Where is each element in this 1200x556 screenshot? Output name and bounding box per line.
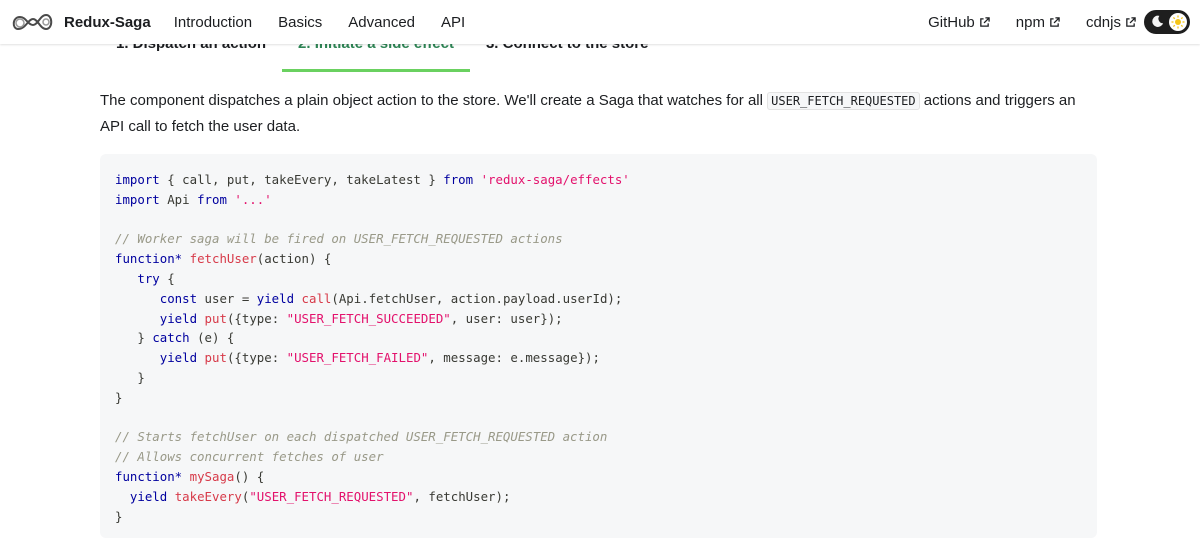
code-token: 'redux-saga/effects': [480, 172, 630, 187]
code-block[interactable]: import { call, put, takeEvery, takeLates…: [100, 154, 1097, 538]
sun-icon: [1171, 15, 1185, 29]
code-token: fetchUser: [189, 251, 257, 267]
code-token: const: [159, 290, 198, 306]
github-label: GitHub: [928, 13, 975, 31]
code-token: , user: user});: [450, 310, 563, 326]
nav-link-basics[interactable]: Basics: [265, 14, 335, 31]
redux-saga-logo-icon: [12, 13, 53, 31]
code-token: (Api.fetchUser, action.payload.userId);: [331, 290, 623, 306]
code-token: ({type:: [226, 310, 287, 326]
code-content: import { call, put, takeEvery, takeLates…: [115, 170, 1082, 526]
code-token: from: [197, 191, 227, 207]
code-token: yield: [159, 310, 198, 326]
description-text-1: The component dispatches a plain object …: [100, 92, 768, 109]
code-token: yield: [129, 488, 168, 504]
inline-code-action: USER_FETCH_REQUESTED: [767, 92, 920, 110]
code-token: catch: [152, 330, 190, 346]
brand-title: Redux-Saga: [64, 13, 151, 31]
external-link-icon: [1126, 16, 1136, 27]
main-nav: Introduction Basics Advanced API: [161, 14, 478, 31]
code-token: put: [204, 310, 227, 326]
moon-icon: [1152, 15, 1164, 27]
external-nav: GitHub npm cdnjs: [915, 10, 1190, 34]
code-token: call: [301, 290, 332, 306]
brand-link[interactable]: Redux-Saga: [10, 7, 151, 37]
code-comment: // Worker saga will be fired on USER_FET…: [115, 231, 563, 247]
code-token: }: [115, 508, 123, 524]
code-token: (e) {: [189, 330, 235, 346]
code-token: put: [204, 350, 227, 366]
code-token: {: [159, 270, 175, 286]
code-token: }: [137, 330, 153, 346]
code-token: takeEvery: [174, 488, 242, 504]
code-token: "USER_FETCH_REQUESTED": [249, 488, 414, 504]
code-token: , message: e.message});: [428, 350, 600, 366]
navbar: Redux-Saga Introduction Basics Advanced …: [0, 0, 1200, 44]
code-comment: // Allows concurrent fetches of user: [115, 449, 384, 465]
nav-link-introduction[interactable]: Introduction: [161, 14, 265, 31]
code-token: import: [115, 172, 160, 187]
code-token: "USER_FETCH_FAILED": [286, 350, 429, 366]
code-token: import: [115, 191, 160, 207]
code-token: from: [443, 172, 474, 187]
code-token: mySaga: [189, 468, 235, 484]
code-token: '...': [234, 191, 272, 207]
nav-link-api[interactable]: API: [428, 14, 478, 31]
theme-toggle[interactable]: [1144, 10, 1190, 34]
cdnjs-label: cdnjs: [1085, 13, 1121, 31]
code-token: user =: [197, 290, 257, 306]
code-token: { call, put, takeEvery, takeLatest }: [159, 172, 444, 187]
code-comment: // Starts fetchUser on each dispatched U…: [115, 429, 608, 445]
code-token: , fetchUser);: [413, 488, 511, 504]
code-token: yield: [256, 290, 295, 306]
code-token: (action) {: [256, 251, 332, 267]
code-token: Api: [159, 191, 198, 207]
nav-link-github[interactable]: GitHub: [915, 14, 1003, 31]
nav-link-advanced[interactable]: Advanced: [335, 14, 428, 31]
code-token: yield: [159, 350, 198, 366]
description-paragraph: The component dispatches a plain object …: [100, 88, 1100, 139]
nav-link-cdnjs[interactable]: cdnjs: [1073, 14, 1136, 31]
code-token: }: [137, 369, 145, 385]
external-link-icon: [979, 16, 990, 27]
code-token: function*: [115, 251, 183, 267]
external-link-icon: [1050, 16, 1060, 27]
code-token: ({type:: [226, 350, 287, 366]
code-token: "USER_FETCH_SUCCEEDED": [286, 310, 451, 326]
nav-link-npm[interactable]: npm: [1003, 14, 1073, 31]
code-token: }: [115, 389, 123, 405]
code-token: try: [137, 270, 160, 286]
code-token: () {: [234, 468, 265, 484]
npm-label: npm: [1015, 13, 1045, 31]
code-token: function*: [115, 468, 183, 484]
